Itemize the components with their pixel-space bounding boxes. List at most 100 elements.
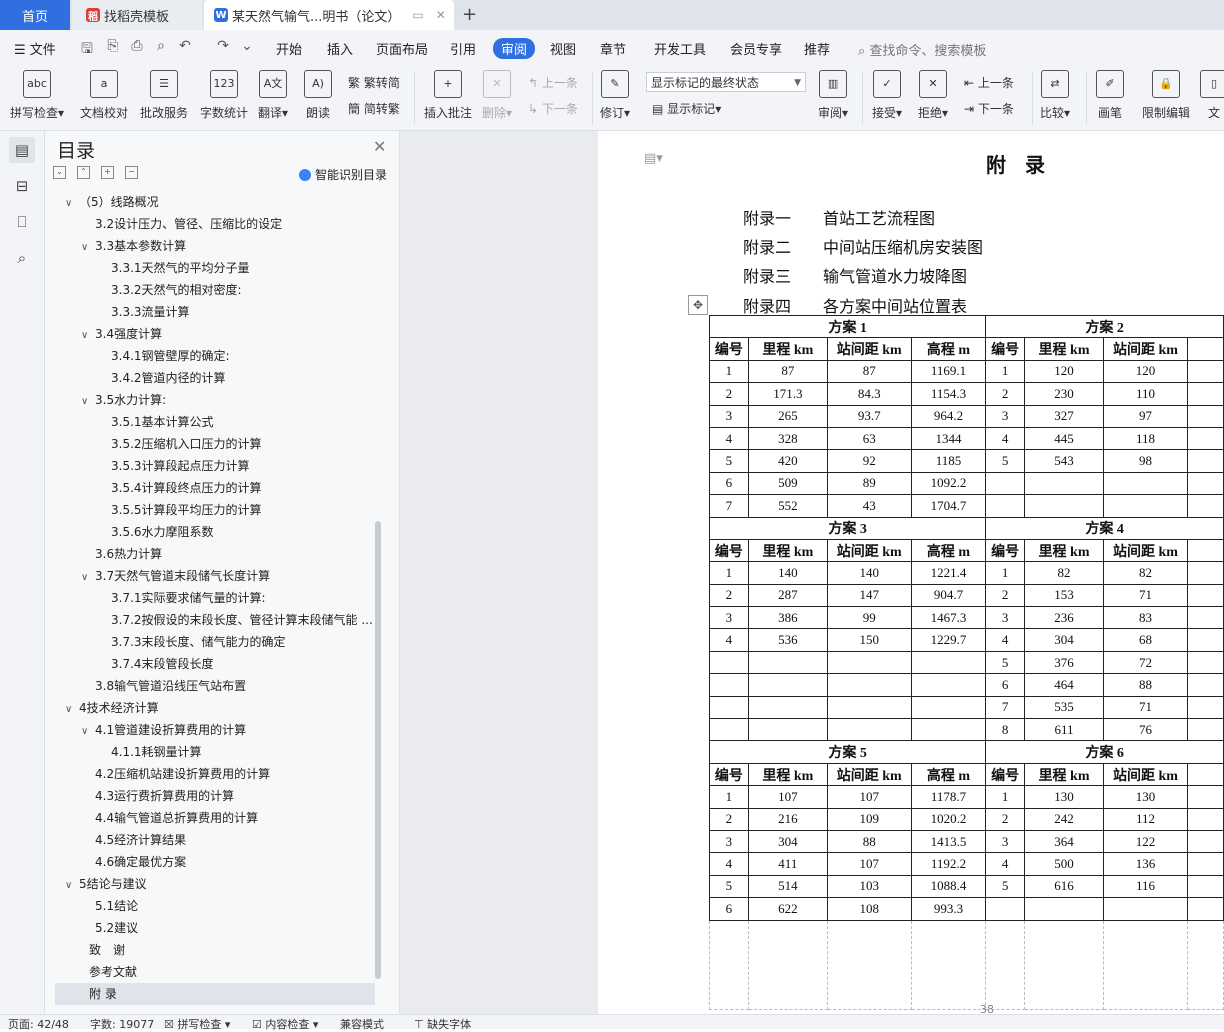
doc-permission-button[interactable]: ▯ 文 [1200,70,1224,121]
toc-item[interactable]: ∨ （5）线路概况 [55,191,375,213]
simp-to-trad-button[interactable]: 簡 简转繁 [348,100,400,117]
chevron-down-icon[interactable]: ∨ [81,567,95,587]
window-icon[interactable]: ▭ [412,8,423,22]
chevron-down-icon[interactable]: ∨ [65,875,79,895]
prev-change-button[interactable]: ⇤ 上一条 [964,74,1014,91]
toc-item[interactable]: 3.4.1钢管壁厚的确定: [55,345,375,367]
command-search[interactable]: ⌕ 查找命令、搜索模板 [858,40,986,59]
review-pane-button[interactable]: ▥ 审阅▾ [818,70,848,121]
bookmark-icon[interactable]: ⎕ [9,209,35,235]
toc-item[interactable]: ∨ 4.1管道建设折算费用的计算 [55,719,375,741]
toc-item[interactable]: 3.3.3流量计算 [55,301,375,323]
toc-item[interactable]: 3.5.1基本计算公式 [55,411,375,433]
toc-item[interactable]: 5.2建议 [55,917,375,939]
search-icon[interactable]: ⌕ [9,245,35,271]
toc-item[interactable]: 3.7.3末段长度、储气能力的确定 [55,631,375,653]
toc-item[interactable]: ∨ 3.3基本参数计算 [55,235,375,257]
restrict-edit-button[interactable]: 🔒 限制编辑 [1142,70,1190,121]
spell-status[interactable]: ☒ 拼写检查 ▾ [164,1016,230,1032]
markup-state-select[interactable]: 显示标记的最终状态 ▼ [646,72,806,92]
toc-item[interactable]: 3.5.5计算段平均压力的计算 [55,499,375,521]
toc-item[interactable]: 致 谢 [55,939,375,961]
toc-item[interactable]: 3.4.2管道内径的计算 [55,367,375,389]
accept-button[interactable]: ✓ 接受▾ [872,70,902,121]
compare-button[interactable]: ⇄ 比较▾ [1040,70,1070,121]
page-indicator[interactable]: 页面: 42/48 [8,1016,69,1032]
expand-all-icon[interactable]: ⌃ [77,166,90,179]
menu-review[interactable]: 审阅 [493,38,536,59]
toc-item[interactable]: 5.1结论 [55,895,375,917]
toc-item[interactable]: 4.6确定最优方案 [55,851,375,873]
next-change-button[interactable]: ⇥ 下一条 [964,100,1014,117]
toc-item[interactable]: ∨ 4技术经济计算 [55,697,375,719]
menu-start[interactable]: 开始 [276,39,302,58]
file-menu[interactable]: ☰ 文件 [14,39,56,58]
menu-member[interactable]: 会员专享 [730,39,782,58]
toc-item[interactable]: 3.5.4计算段终点压力的计算 [55,477,375,499]
toc-item[interactable]: 3.5.3计算段起点压力计算 [55,455,375,477]
toc-item[interactable]: 3.3.2天然气的相对密度: [55,279,375,301]
menu-devtools[interactable]: 开发工具 [654,39,706,58]
toc-item[interactable]: 3.6热力计算 [55,543,375,565]
pen-button[interactable]: ✐ 画笔 [1096,70,1124,121]
batch-service-button[interactable]: ☰ 批改服务 [140,70,188,121]
add-heading-icon[interactable]: + [101,166,114,179]
close-icon[interactable]: ✕ [373,137,386,156]
navigation-icon[interactable]: ⊟ [9,173,35,199]
menu-recommend[interactable]: 推荐 [804,39,830,58]
toc-item[interactable]: 4.2压缩机站建设折算费用的计算 [55,763,375,785]
toc-item[interactable]: 3.3.1天然气的平均分子量 [55,257,375,279]
chevron-down-icon[interactable]: ∨ [65,699,79,719]
toc-item[interactable]: 4.5经济计算结果 [55,829,375,851]
word-count-indicator[interactable]: 字数: 19077 [90,1016,154,1032]
show-markup-button[interactable]: ▤ 显示标记▾ [652,100,721,117]
preview-icon[interactable]: ⌕ [152,38,170,56]
chevron-down-icon[interactable]: ∨ [81,237,95,257]
new-tab-button[interactable]: + [462,4,477,25]
toc-item[interactable]: ∨ 3.4强度计算 [55,323,375,345]
content-check-status[interactable]: ☑ 内容检查 ▾ [252,1016,318,1032]
reject-button[interactable]: ✕ 拒绝▾ [918,70,948,121]
redo-icon[interactable]: ↷ [214,38,232,56]
chevron-down-icon[interactable]: ∨ [65,193,79,213]
toc-item[interactable]: 4.4输气管道总折算费用的计算 [55,807,375,829]
next-comment-button[interactable]: ↳ 下一条 [528,100,578,117]
menu-reference[interactable]: 引用 [450,39,476,58]
missing-font-status[interactable]: ⊤ 缺失字体 [414,1016,471,1032]
menu-view[interactable]: 视图 [550,39,576,58]
menu-insert[interactable]: 插入 [327,39,353,58]
toc-item[interactable]: ∨ 3.7天然气管道末段储气长度计算 [55,565,375,587]
toc-item[interactable]: 3.7.1实际要求储气量的计算: [55,587,375,609]
chevron-down-icon[interactable]: ∨ [81,325,95,345]
translate-button[interactable]: A文 翻译▾ [258,70,288,121]
undo-icon[interactable]: ↶ [176,38,194,56]
spell-check-button[interactable]: abc 拼写检查▾ [10,70,64,121]
document-options-icon[interactable]: ▤▾ [644,151,663,166]
menu-layout[interactable]: 页面布局 [376,39,428,58]
smart-toc-button[interactable]: 智能识别目录 [299,166,387,183]
more-icon[interactable]: ⌄ [238,38,256,56]
prev-comment-button[interactable]: ↰ 上一条 [528,74,578,91]
toc-item[interactable]: 3.8输气管道沿线压气站布置 [55,675,375,697]
print-icon[interactable]: ⎙ [128,38,146,56]
table-move-handle-icon[interactable]: ✥ [688,295,708,315]
toc-item[interactable]: 3.7.4末段管段长度 [55,653,375,675]
export-icon[interactable]: ⎘ [104,38,122,56]
menu-chapter[interactable]: 章节 [600,39,626,58]
toc-item[interactable]: 4.3运行费折算费用的计算 [55,785,375,807]
document-page[interactable]: ▤▾ 附 录 附录一 首站工艺流程图 附录二 中间站压缩机房安装图 附录三 输气管道水… [598,131,1224,1016]
toc-item[interactable]: 3.5.6水力摩阻系数 [55,521,375,543]
tab-document[interactable]: W 某天然气输气...明书（论文） ▭ ✕ [204,0,454,30]
tab-template[interactable]: 稻 找稻壳模板 [72,0,202,30]
tab-home[interactable]: 首页 [0,0,70,30]
toc-item[interactable]: 3.5.2压缩机入口压力的计算 [55,433,375,455]
track-changes-button[interactable]: ✎ 修订▾ [600,70,630,121]
word-count-button[interactable]: 123 字数统计 [200,70,248,121]
close-tab-icon[interactable]: ✕ [436,8,446,22]
toc-item[interactable]: 附 录 [55,983,375,1005]
doc-proof-button[interactable]: a 文档校对 [80,70,128,121]
toc-scrollbar[interactable] [375,521,381,979]
trad-to-simp-button[interactable]: 繁 繁转简 [348,74,400,91]
toc-panel-icon[interactable]: ▤ [9,137,35,163]
insert-comment-button[interactable]: + 插入批注 [424,70,472,121]
